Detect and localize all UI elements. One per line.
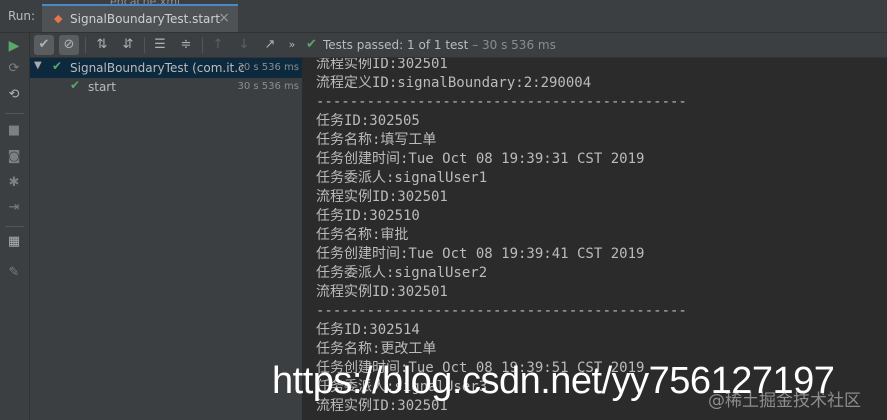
camera-icon[interactable]: ◙: [4, 147, 24, 167]
run-tab-bar: encache.xml Run: ◆ SignalBoundaryTest.st…: [0, 0, 887, 33]
run-label: Run:: [8, 9, 36, 23]
console-line: 任务名称:审批: [316, 227, 409, 243]
console-line: 任务ID:302514: [316, 322, 420, 338]
show-ignored-icon[interactable]: ⊘: [59, 35, 79, 55]
test-toolbar: ✔ ⊘ ⇅ ⇵ ☰ ≑ ↑ ↓ ↗ » ✔ Tests passed: 1 of…: [30, 33, 887, 58]
console-line: 任务委派人:signalUser2: [316, 265, 488, 281]
layout-icon[interactable]: ▦: [4, 232, 24, 252]
debug-icon[interactable]: ✱: [4, 173, 24, 193]
toolbar-divider: [85, 37, 86, 53]
console-line: 流程实例ID:302501: [316, 58, 448, 72]
tab-close-icon[interactable]: ×: [218, 10, 230, 26]
stop-icon[interactable]: ■: [4, 121, 24, 141]
expand-arrow-icon[interactable]: ▼: [34, 60, 42, 71]
console-line: 任务名称:更改工单: [316, 341, 437, 357]
toolbar-divider: [5, 113, 24, 114]
passed-check-icon: ✔: [52, 59, 63, 73]
sort-duration-icon[interactable]: ⇵: [118, 35, 138, 55]
more-chevron-icon[interactable]: »: [282, 35, 302, 55]
console-line: 任务委派人:signalUser1: [316, 170, 488, 186]
rerun-icon[interactable]: ▶: [4, 36, 24, 56]
console-line: 流程实例ID:302501: [316, 284, 448, 300]
toolbar-divider: [202, 37, 203, 53]
tree-item-label: SignalBoundaryTest (com.it.c: [70, 61, 245, 75]
status-count: 1 of 1 test: [407, 38, 469, 52]
tab-title: SignalBoundaryTest.start: [70, 12, 221, 26]
next-failed-icon[interactable]: ↓: [234, 35, 254, 55]
show-passed-icon[interactable]: ✔: [34, 35, 54, 55]
tab-signal-boundary-test[interactable]: ◆ SignalBoundaryTest.start ×: [42, 4, 238, 32]
collapse-all-icon[interactable]: ≑: [176, 35, 196, 55]
console-line: ----------------------------------------…: [316, 94, 687, 110]
tests-passed-check-icon: ✔: [306, 37, 317, 52]
rerun-failed-icon[interactable]: ⟳: [4, 59, 24, 79]
status-duration: – 30 s 536 ms: [472, 38, 556, 52]
expand-all-icon[interactable]: ☰: [150, 35, 170, 55]
test-status: Tests passed: 1 of 1 test – 30 s 536 ms: [323, 38, 556, 52]
toolbar-divider: [5, 226, 24, 227]
test-tree: ▼ ✔ SignalBoundaryTest (com.it.c 30 s 53…: [30, 58, 303, 420]
export-icon[interactable]: ↗: [260, 35, 280, 55]
console-line: 任务ID:302505: [316, 113, 420, 129]
tree-item-label: start: [88, 80, 116, 94]
pin-icon[interactable]: ✎: [4, 263, 24, 283]
console-line: 任务名称:填写工单: [316, 132, 437, 148]
previous-failed-icon[interactable]: ↑: [208, 35, 228, 55]
toggle-auto-test-icon[interactable]: ⟲: [4, 85, 24, 105]
tree-item-start[interactable]: ✔ start 30 s 536 ms: [30, 77, 302, 97]
console-line: 流程实例ID:302501: [316, 189, 448, 205]
console-line: 任务ID:302510: [316, 208, 420, 224]
tree-item-time: 30 s 536 ms: [237, 62, 299, 73]
run-left-toolbar: ▶ ⟳ ⟲ ■ ◙ ✱ ⇥ ▦ ✎: [0, 33, 30, 420]
sort-alpha-icon[interactable]: ⇅: [92, 35, 112, 55]
community-watermark: @稀土掘金技术社区: [708, 391, 861, 411]
console-line: 任务创建时间:Tue Oct 08 19:39:31 CST 2019: [316, 151, 645, 167]
passed-check-icon: ✔: [70, 78, 81, 92]
console-line: 流程定义ID:signalBoundary:2:290004: [316, 75, 592, 91]
exit-icon[interactable]: ⇥: [4, 198, 24, 218]
tree-item-time: 30 s 536 ms: [237, 81, 299, 92]
test-run-icon: ◆: [54, 12, 63, 25]
tree-item-signal-boundary-test[interactable]: ▼ ✔ SignalBoundaryTest (com.it.c 30 s 53…: [30, 58, 302, 78]
console-line: ----------------------------------------…: [316, 303, 687, 319]
status-passed-label: Tests passed:: [323, 38, 404, 52]
console-line: 任务创建时间:Tue Oct 08 19:39:41 CST 2019: [316, 246, 645, 262]
toolbar-divider: [144, 37, 145, 53]
